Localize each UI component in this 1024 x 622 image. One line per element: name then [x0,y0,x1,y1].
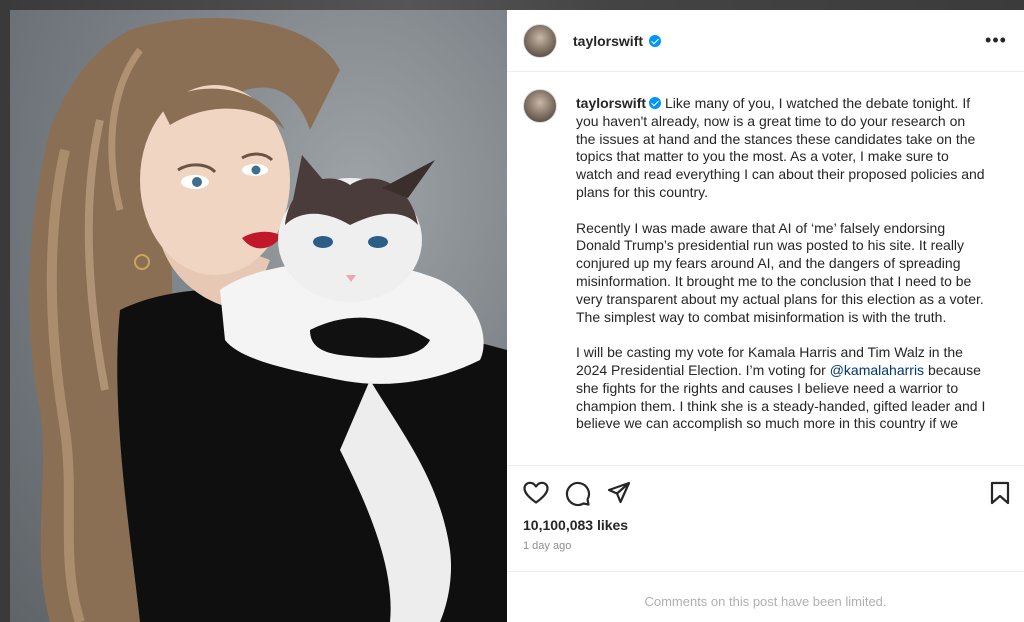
post-timestamp[interactable]: 1 day ago [523,540,571,552]
caption-paragraph-3: I will be casting my vote for Kamala Har… [576,344,988,433]
verified-badge-icon [649,35,661,47]
comments-limited-notice: Comments on this post have been limited. [644,594,887,609]
bookmark-icon[interactable] [989,481,1011,505]
likes-count[interactable]: 10,100,083 likes [523,517,628,533]
caption-username[interactable]: taylorswift [576,95,646,111]
post-caption: taylorswift Like many of you, I watched t… [576,95,988,451]
background-page [0,0,1024,10]
action-bar [507,465,1024,519]
post-details-panel: taylorswift ••• taylorswift Like many of … [507,10,1024,622]
comments-footer: Comments on this post have been limited. [507,571,1024,622]
avatar[interactable] [523,24,557,58]
caption-avatar[interactable] [523,89,557,123]
mention-link[interactable]: @kamalaharris [830,362,924,378]
caption-verified-badge-icon [649,97,662,109]
more-options-icon[interactable]: ••• [984,30,1008,50]
caption-section: taylorswift Like many of you, I watched t… [507,73,1024,465]
caption-paragraph-2: Recently I was made aware that AI of ‘me… [576,219,984,325]
caption-paragraph-1: taylorswift Like many of you, I watched t… [576,95,988,202]
post-photo [29,18,507,622]
post-image [10,10,507,622]
heart-icon[interactable] [523,481,549,505]
comment-icon[interactable] [565,481,591,507]
background-page-edge [0,0,10,622]
header-username[interactable]: taylorswift [573,33,643,49]
post-header: taylorswift ••• [507,10,1024,72]
send-icon[interactable] [607,481,631,505]
